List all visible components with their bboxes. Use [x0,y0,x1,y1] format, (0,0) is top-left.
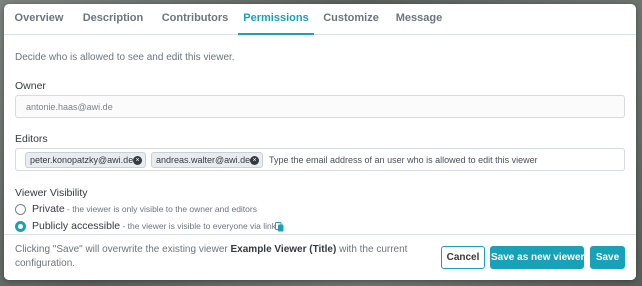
tab-bar: Overview Description Contributors Permis… [4,4,636,35]
editor-chip-label: peter.konopatzky@awi.de [30,155,134,165]
tab-permissions[interactable]: Permissions [238,4,314,35]
editors-input-placeholder[interactable]: Type the email address of an user who is… [269,155,538,165]
overwrite-notice: Clicking "Save" will overwrite the exist… [15,243,435,271]
viewer-settings-modal: Overview Description Contributors Permis… [4,4,636,280]
close-circle-icon[interactable]: × [250,156,259,165]
radio-private[interactable] [15,204,26,215]
tab-overview[interactable]: Overview [14,4,64,35]
tab-contributors[interactable]: Contributors [159,4,231,35]
option-public-title: Publicly accessible [32,220,121,232]
editor-chip: peter.konopatzky@awi.de × [25,152,146,168]
option-public[interactable]: Publicly accessible - the viewer is visi… [32,220,276,232]
viewer-name: Example Viewer (Title) [230,244,337,255]
visibility-label: Viewer Visibility [15,187,88,199]
save-button[interactable]: Save [590,246,625,269]
owner-value: antonie.haas@awi.de [26,102,113,112]
permissions-panel: Decide who is allowed to see and edit th… [4,36,636,232]
tab-description[interactable]: Description [80,4,146,35]
save-as-new-button[interactable]: Save as new viewer [490,246,584,269]
editor-chip: andreas.walter@awi.de × [151,152,263,168]
owner-label: Owner [15,80,46,92]
option-private-desc: - the viewer is only visible to the owne… [64,204,257,214]
close-circle-icon[interactable]: × [133,156,142,165]
radio-public[interactable] [15,221,26,232]
modal-footer: Clicking "Save" will overwrite the exist… [4,234,636,280]
owner-field: antonie.haas@awi.de [15,95,625,118]
copy-icon[interactable] [275,222,284,232]
editors-label: Editors [15,133,48,145]
overwrite-notice-pre: Clicking "Save" will overwrite the exist… [15,244,231,255]
tab-customize[interactable]: Customize [322,4,380,35]
cancel-button[interactable]: Cancel [441,246,485,269]
option-private-title: Private [32,203,65,215]
intro-text: Decide who is allowed to see and edit th… [15,52,235,63]
editor-chip-label: andreas.walter@awi.de [156,155,251,165]
editors-field[interactable]: peter.konopatzky@awi.de × andreas.walter… [15,148,625,171]
option-private[interactable]: Private - the viewer is only visible to … [32,203,257,215]
option-public-desc: - the viewer is visible to everyone via … [120,221,277,231]
tab-message[interactable]: Message [395,4,443,35]
